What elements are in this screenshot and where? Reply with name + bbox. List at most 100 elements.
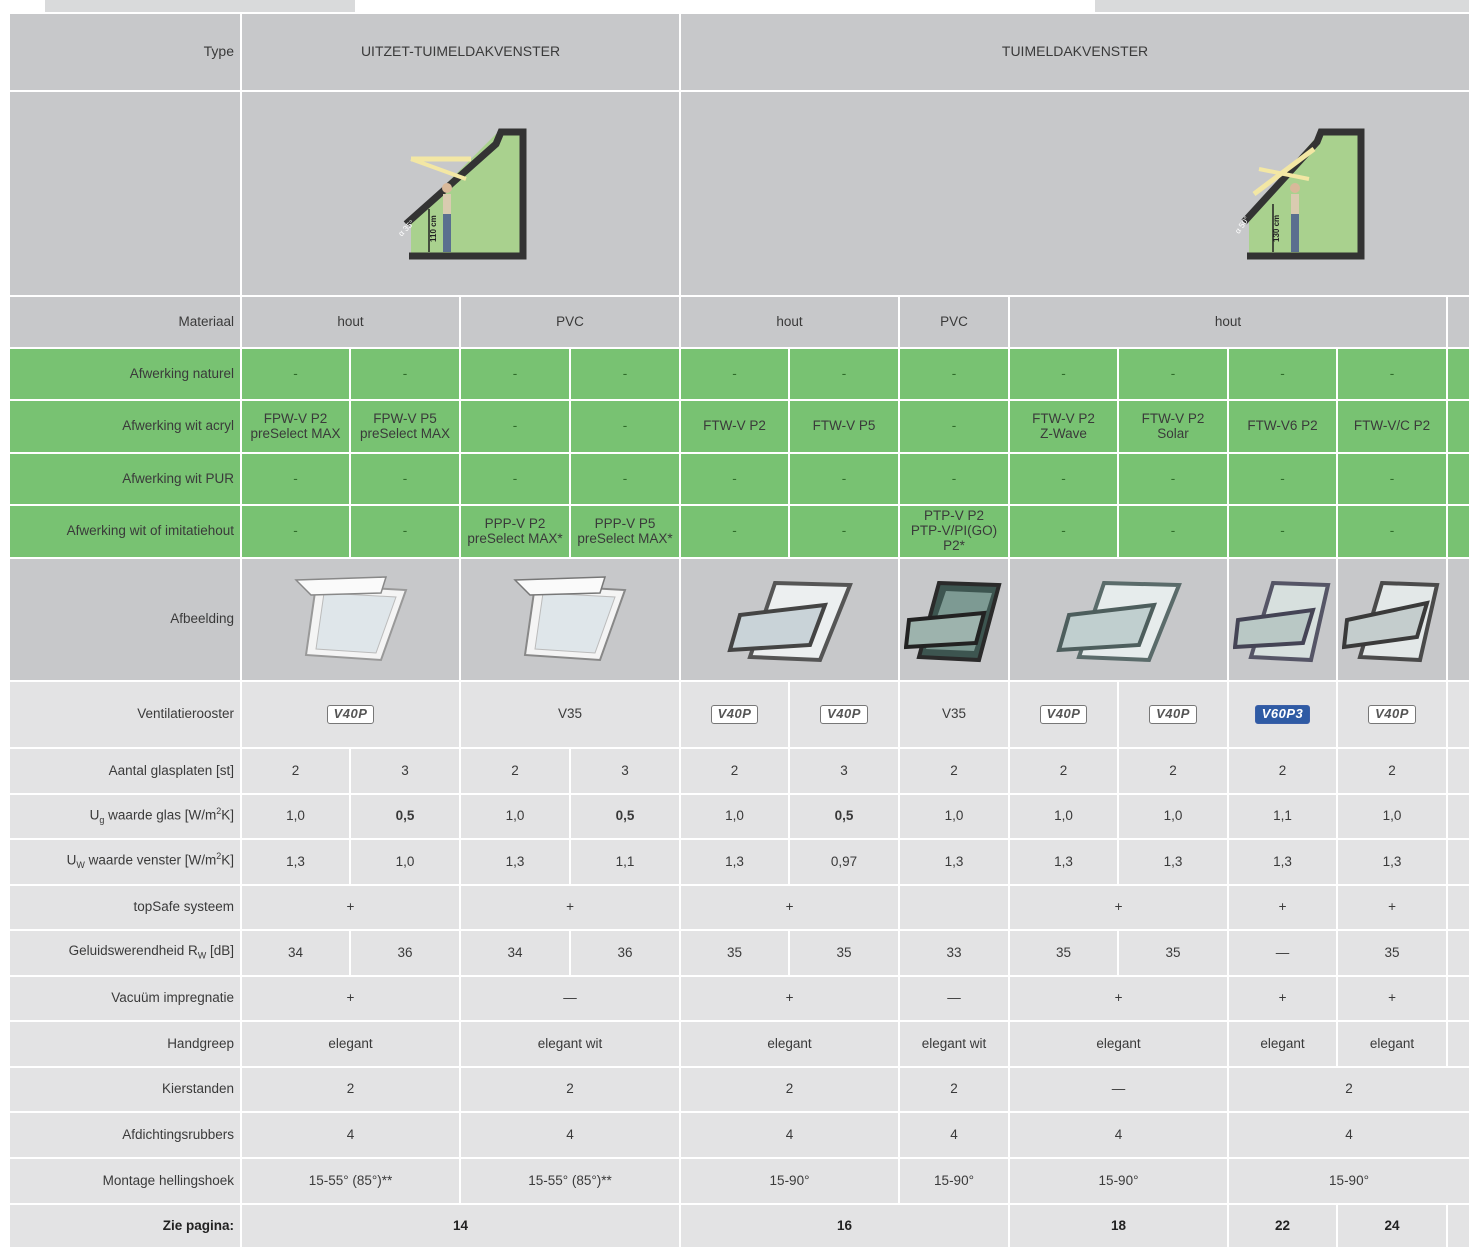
cell: - [898,399,1011,454]
window-image-wood-2 [1008,557,1230,682]
cell: + [458,884,682,931]
top-tab-left [45,0,355,12]
cell: + [1008,975,1230,1022]
cell: 2 [898,1066,1011,1113]
window-image-pvc-dark [898,557,1011,682]
handgreep-label: Handgreep [8,1020,242,1068]
cell: 0,5 [788,793,901,840]
acryl-row: Afwerking wit acryl FPW-V P2 preSelect MA… [8,399,1469,454]
cell: - [459,347,571,401]
wood-window-icon [726,580,853,662]
v40p-logo-icon: V40P [820,705,868,724]
cell: FTW-V P5 [788,399,901,454]
cell: 4 [1008,1111,1230,1159]
window-image-white [240,557,461,682]
pvc-window-icon [513,575,627,661]
cell: 35 [1117,929,1230,977]
pagina-label: Zie pagina: [8,1203,242,1249]
vacuum-label: Vacuüm impregnatie [8,975,242,1022]
cell: - [1227,504,1339,559]
v6-window-icon [1232,580,1330,662]
materiaal-cell: hout [240,295,461,349]
ventilatie-label: Ventilatierooster [8,680,242,749]
cell: - [240,347,351,401]
imitatie-label: Afwerking wit of imitatiehout [8,504,242,559]
cell: - [679,504,791,559]
cell: - [568,399,682,454]
acryl-label: Afwerking wit acryl [8,399,242,454]
materiaal-label: Materiaal [8,295,242,349]
cell: 2 [240,1066,461,1113]
cell: 2 [459,747,571,795]
cell: 15-90° [1227,1157,1469,1205]
ug-row: Ug waarde glas [W/m2K] 1,0 0,5 1,0 0,5 1… [8,793,1469,840]
cell: 15-90° [1008,1157,1230,1205]
page-link[interactable]: 18 [1008,1203,1230,1249]
diagram-cell-2: 130 cm α 50° [679,90,1469,297]
cell: 15-55° (85°)** [240,1157,461,1205]
cell: elegant [1336,1020,1449,1068]
roof-window-diagram-icon: 110 cm α 35° [396,128,526,259]
cell: elegant [1227,1020,1339,1068]
cell: 34 [240,929,351,977]
cell: 1,3 [1227,838,1339,886]
v40p-logo-icon: V40P [1149,705,1197,724]
height-label-2: 130 cm [1272,214,1281,241]
cell: - [568,347,682,401]
cell: 1,0 [459,793,571,840]
cell: 1,0 [1117,793,1230,840]
page-link[interactable]: 16 [679,1203,1011,1249]
handgreep-row: Handgreep elegant elegant wit elegant el… [8,1020,1469,1068]
v40p-logo-icon: V40P [1368,705,1416,724]
cell: 1,0 [679,793,791,840]
cell: + [1227,884,1339,931]
cell: - [349,504,461,559]
cell: - [1008,504,1120,559]
window-image-vc [1336,557,1449,682]
cell: - [349,347,461,401]
cell: - [788,452,901,506]
cell: 2 [1227,747,1339,795]
rubbers-label: Afdichtingsrubbers [8,1111,242,1159]
page-link[interactable]: 14 [239,1203,682,1249]
cell: 1,1 [568,838,682,886]
cell: 4 [458,1111,682,1159]
cell: 0,5 [568,793,682,840]
materiaal-row: Materiaal hout PVC hout PVC hout [8,295,1469,349]
cell: FTW-V P2 Solar [1117,399,1230,454]
cell: 0,97 [788,838,901,886]
cell: 36 [568,929,682,977]
cell: — [898,975,1011,1022]
cell: - [1227,452,1339,506]
cell: 1,0 [240,793,351,840]
cell: - [1336,504,1449,559]
cell: - [240,504,351,559]
cell: 1,3 [1117,838,1230,886]
cell: PTP-V P2 PTP-V/PI(GO) P2* [898,504,1011,559]
cell: 4 [898,1111,1011,1159]
pur-row: Afwerking wit PUR - - - - - - - - - - - [8,452,1469,506]
cell: V35 [898,680,1011,749]
cell: — [1008,1066,1230,1113]
rubbers-row: Afdichtingsrubbers 4 4 4 4 4 4 [8,1111,1469,1159]
cell: + [1008,884,1230,931]
cell: - [459,399,571,454]
cell: 1,3 [1008,838,1120,886]
uw-label: UW waarde venster [W/m2K] [8,838,242,886]
cell: elegant [679,1020,901,1068]
cell: - [459,452,571,506]
height-label: 110 cm [429,215,438,242]
kierstanden-row: Kierstanden 2 2 2 2 — 2 [8,1066,1469,1113]
roof-window-diagram-2-icon: 130 cm α 50° [1233,128,1365,259]
cell: 3 [349,747,461,795]
page-link[interactable]: 22 [1227,1203,1339,1249]
cell: FTW-V/C P2 [1336,399,1449,454]
top-tab-right [1095,0,1469,12]
cell: 1,3 [898,838,1011,886]
cell: elegant [1008,1020,1230,1068]
page-link[interactable]: 24 [1336,1203,1449,1249]
cell: - [788,504,901,559]
cell: - [679,452,791,506]
imitatie-row: Afwerking wit of imitatiehout - - PPP-V … [8,504,1469,559]
cell: FTW-V P2 [679,399,791,454]
